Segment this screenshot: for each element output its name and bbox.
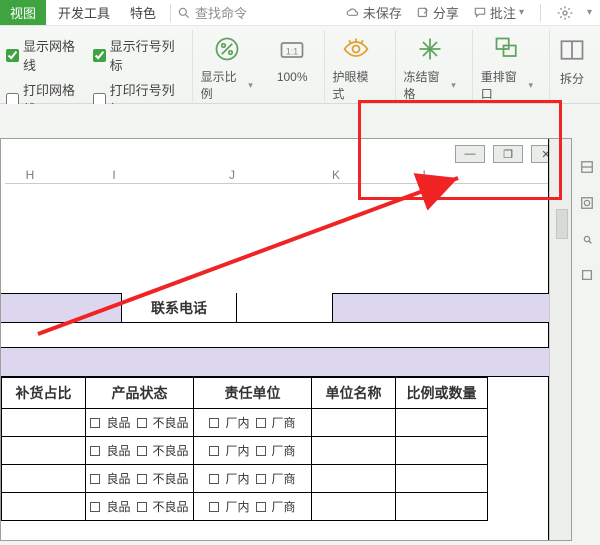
percent-icon	[213, 35, 241, 63]
group-eye-mode[interactable]: 护眼模式	[324, 30, 387, 102]
ratio-1-1-icon: 1:1	[278, 36, 306, 64]
menu-separator	[170, 4, 171, 22]
share-button[interactable]: 分享	[416, 3, 459, 22]
restock-table[interactable]: 补货占比 产品状态 责任单位 单位名称 比例或数量 良品 不良品 厂内 厂商 良…	[1, 377, 488, 521]
status-pair[interactable]: 良品 不良品	[90, 470, 188, 487]
sidepane-icon-3[interactable]	[580, 232, 594, 246]
chevron-down-icon: ▾	[587, 7, 592, 18]
unsaved-indicator[interactable]: 未保存	[346, 3, 402, 22]
chevron-down-icon: ▾	[451, 80, 456, 91]
status-pair[interactable]: 良品 不良品	[90, 442, 188, 459]
group-zoom-100[interactable]: 1:1 100%	[269, 30, 316, 102]
chevron-down-icon: ▾	[248, 80, 253, 91]
table-row[interactable]: 良品 不良品 厂内 厂商	[2, 493, 488, 521]
th-ratio: 补货占比	[2, 378, 86, 409]
share-icon	[416, 6, 430, 20]
annotate-label: 批注	[490, 3, 516, 22]
th-status: 产品状态	[86, 378, 194, 409]
scroll-thumb[interactable]	[556, 209, 568, 239]
search-command[interactable]: 查找命令	[177, 3, 247, 22]
windows-icon	[493, 35, 521, 63]
search-placeholder: 查找命令	[195, 3, 247, 22]
sidepane-icon-4[interactable]	[580, 268, 594, 282]
resp-pair[interactable]: 厂内 厂商	[209, 498, 295, 515]
zoom-value-label: 100%	[277, 70, 308, 84]
eye-icon	[342, 35, 370, 63]
group-rearrange[interactable]: 重排窗口▾	[472, 30, 541, 102]
resp-pair[interactable]: 厂内 厂商	[209, 470, 295, 487]
tab-devtools[interactable]: 开发工具	[50, 0, 118, 25]
resp-pair[interactable]: 厂内 厂商	[209, 442, 295, 459]
chk-show-rowcol[interactable]: 显示行号列标	[93, 36, 184, 74]
contact-phone-cell[interactable]	[237, 293, 333, 323]
chk-show-rowcol-label: 显示行号列标	[110, 36, 184, 74]
group-split[interactable]: 拆分	[549, 30, 594, 102]
freeze-panes-label: 冻结窗格	[404, 68, 450, 102]
chk-show-gridlines[interactable]: 显示网格线	[6, 36, 85, 74]
spreadsheet-window[interactable]: — ❐ ✕ H I J K L 联系电话 补货占比 产品状态 责任单位 单位名称	[0, 138, 572, 541]
chk-show-gridlines-box[interactable]	[6, 49, 19, 62]
group-freeze-panes[interactable]: 冻结窗格▾	[395, 30, 464, 102]
table-row[interactable]: 良品 不良品 厂内 厂商	[2, 437, 488, 465]
group-zoom-ratio[interactable]: 显示比例▾	[192, 30, 261, 102]
split-icon	[558, 36, 586, 64]
status-pair[interactable]: 良品 不良品	[90, 414, 188, 431]
cloud-icon	[346, 6, 360, 20]
contact-phone-header: 联系电话	[121, 293, 237, 323]
share-label: 分享	[433, 3, 459, 22]
gear-icon[interactable]	[557, 5, 573, 21]
chk-show-gridlines-label: 显示网格线	[23, 36, 85, 74]
vertical-scroll-gutter[interactable]	[549, 139, 571, 540]
resp-pair[interactable]: 厂内 厂商	[209, 414, 295, 431]
unsaved-label: 未保存	[363, 3, 402, 22]
split-label: 拆分	[560, 70, 584, 87]
freeze-icon	[416, 35, 444, 63]
eye-mode-label: 护眼模式	[333, 68, 379, 102]
annotate-button[interactable]: 批注 ▾	[473, 3, 524, 22]
search-icon	[177, 6, 191, 20]
th-unit: 单位名称	[312, 378, 396, 409]
table-row[interactable]: 良品 不良品 厂内 厂商	[2, 409, 488, 437]
sidepane-icon-2[interactable]	[580, 196, 594, 210]
th-qty: 比例或数量	[396, 378, 488, 409]
table-row[interactable]: 良品 不良品 厂内 厂商	[2, 465, 488, 493]
status-pair[interactable]: 良品 不良品	[90, 498, 188, 515]
rearrange-label: 重排窗口	[481, 68, 527, 102]
zoom-ratio-label: 显示比例	[201, 68, 247, 102]
comment-icon	[473, 6, 487, 20]
chevron-down-icon: ▾	[528, 80, 533, 91]
svg-text:1:1: 1:1	[286, 46, 298, 56]
sidepane-icon-1[interactable]	[580, 160, 594, 174]
tab-view[interactable]: 视图	[0, 0, 46, 25]
chk-show-rowcol-box[interactable]	[93, 49, 106, 62]
purple-band-2	[1, 347, 549, 377]
chevron-down-icon: ▾	[519, 7, 524, 18]
title-separator	[540, 4, 541, 22]
th-resp: 责任单位	[194, 378, 312, 409]
tab-special[interactable]: 特色	[122, 0, 164, 25]
